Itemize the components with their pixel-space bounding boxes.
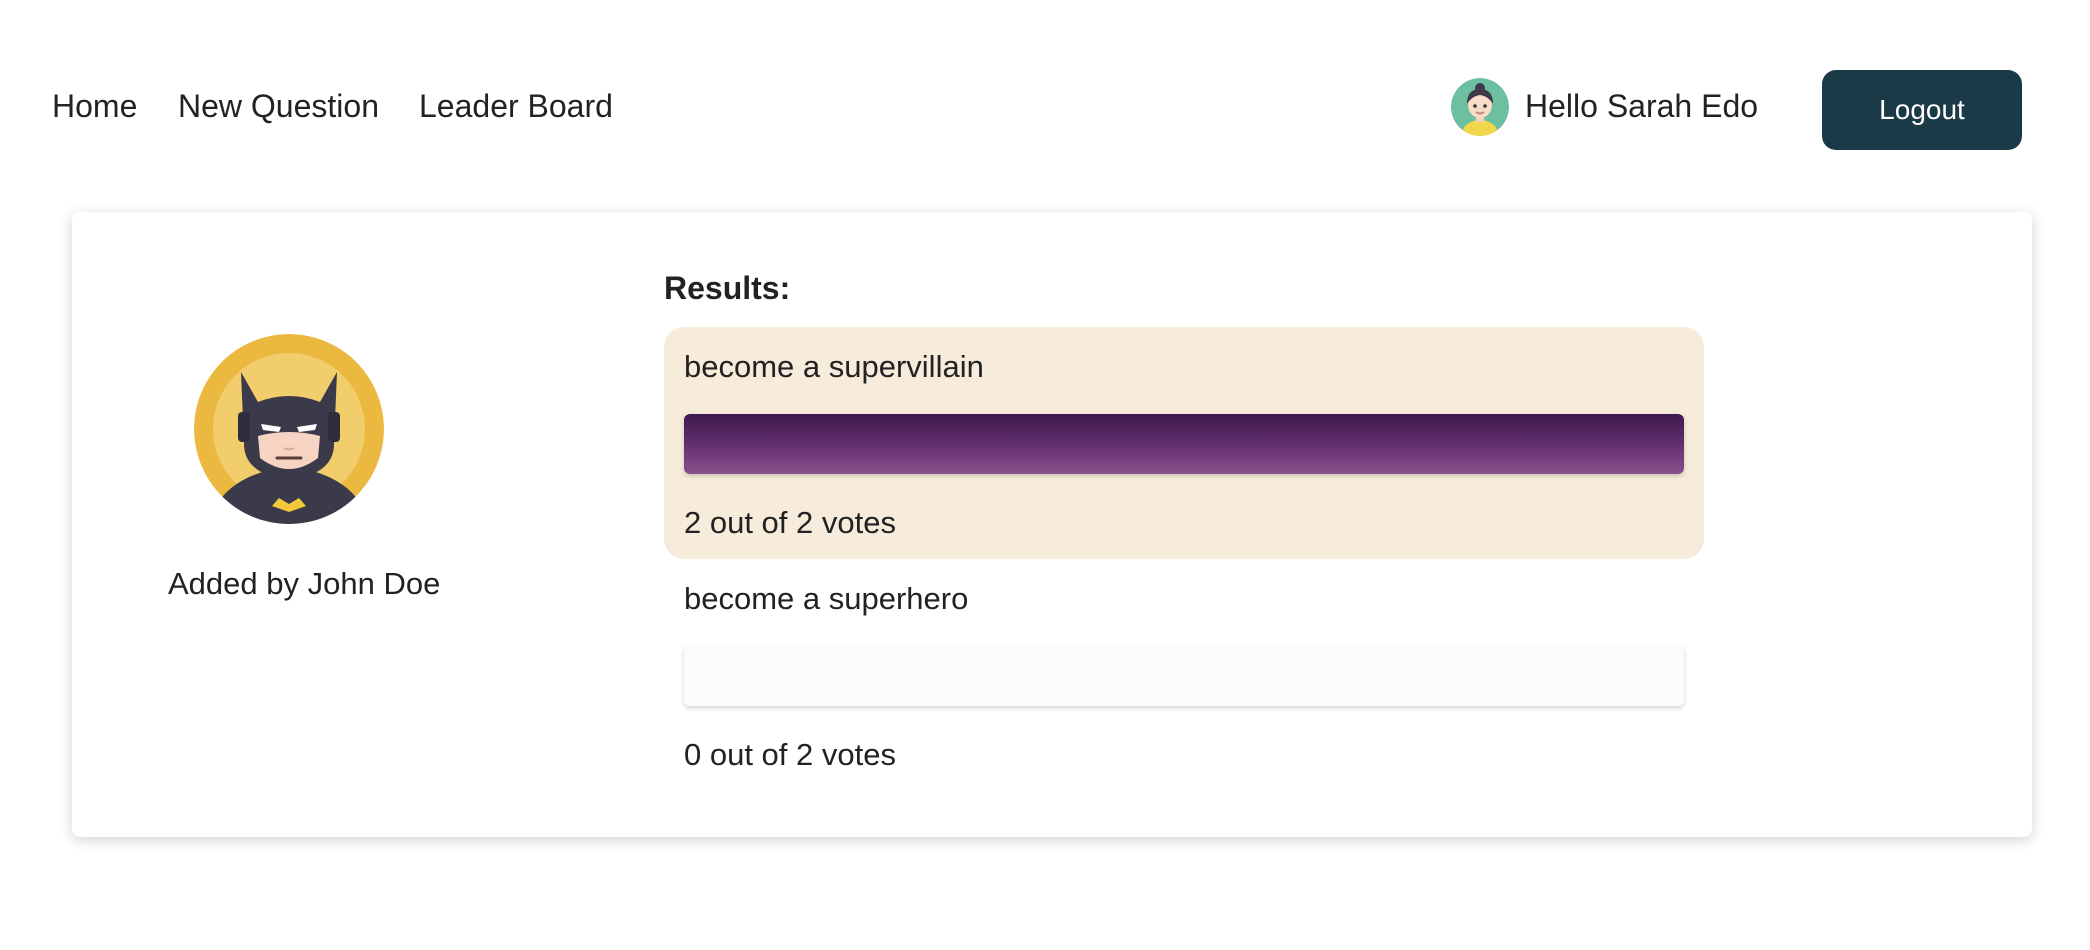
nav-leader-board-link[interactable]: Leader Board bbox=[419, 86, 613, 126]
girl-avatar-icon bbox=[1451, 78, 1509, 136]
poll-results-page: Home New Question Leader Board Hello Sar… bbox=[0, 0, 2090, 950]
author-attribution: Added by John Doe bbox=[168, 566, 441, 601]
poll-option-selected: become a supervillain 2 out of 2 votes bbox=[664, 327, 1704, 559]
option-text: become a superhero bbox=[684, 581, 969, 616]
results-heading: Results: bbox=[664, 270, 791, 306]
option-vote-count: 0 out of 2 votes bbox=[684, 737, 896, 772]
poll-results-card: Added by John Doe Results: become a supe… bbox=[72, 212, 2032, 837]
top-nav: Home New Question Leader Board Hello Sar… bbox=[0, 0, 2090, 215]
logout-button[interactable]: Logout bbox=[1822, 70, 2022, 150]
vote-progress-bar bbox=[684, 414, 1684, 474]
vote-progress-bar bbox=[684, 646, 1684, 706]
option-vote-count: 2 out of 2 votes bbox=[684, 505, 896, 540]
option-text: become a supervillain bbox=[684, 349, 984, 384]
nav-home-link[interactable]: Home bbox=[52, 86, 137, 126]
user-greeting: Hello Sarah Edo bbox=[1525, 88, 1759, 124]
vote-progress-fill bbox=[684, 414, 1684, 474]
poll-option: become a superhero 0 out of 2 votes bbox=[664, 559, 1704, 791]
batman-avatar-icon bbox=[194, 334, 384, 524]
nav-new-question-link[interactable]: New Question bbox=[178, 86, 379, 126]
